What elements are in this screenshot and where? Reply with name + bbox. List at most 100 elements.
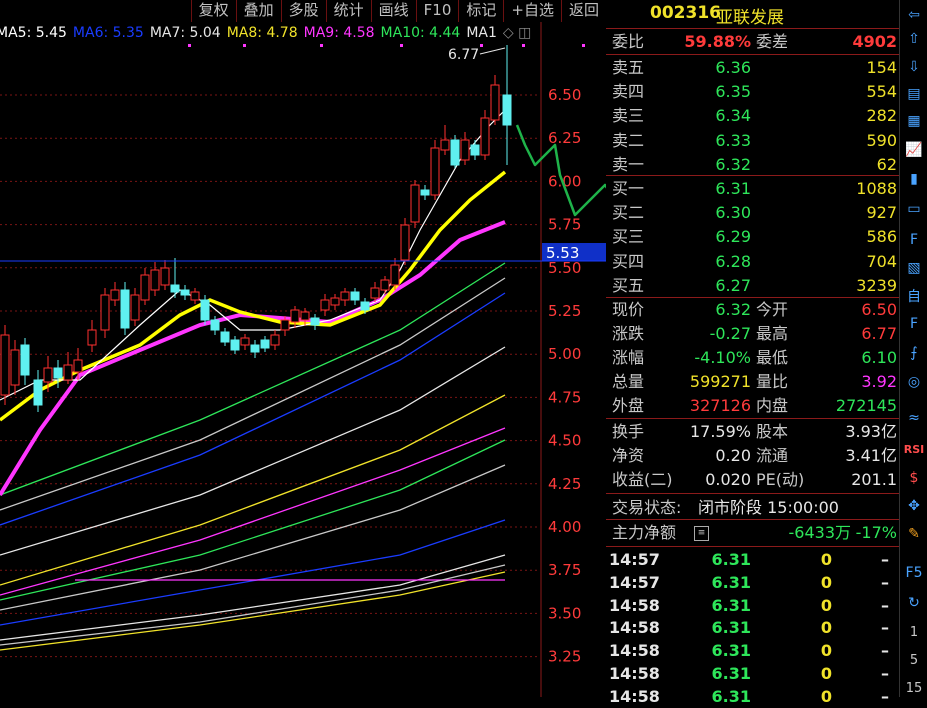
right-toolbar: ⇦ ⇧ ⇩ ▤ ▦ 📈 ▮ ▭ F ▧ 自 F ⨍ ◎ ≈ RSI $ ✥ ✎ F5 ↻ 1 5 15: [899, 0, 927, 697]
bid-row[interactable]: 买二 6.30 927: [606, 201, 899, 224]
candle-body: [100, 294, 110, 331]
kline-chart[interactable]: 6.506.256.005.755.505.255.004.754.504.25…: [0, 0, 606, 697]
quote-value: -4.10%: [694, 348, 751, 367]
arrow-down-icon[interactable]: ⇩: [902, 55, 926, 79]
stat-label: 净资: [612, 446, 645, 465]
main-fund-row[interactable]: 主力净额 ≡ -6433万 -17%: [606, 521, 899, 544]
bid-row[interactable]: 买三 6.29 586: [606, 225, 899, 248]
candle-body: [360, 301, 370, 311]
ask-row[interactable]: 卖二 6.33 590: [606, 129, 899, 152]
toolbar-btn-3[interactable]: 统计: [325, 0, 371, 22]
bid-row-volume: 927: [866, 203, 897, 223]
tick-time: 14:58: [609, 595, 660, 615]
f7-icon[interactable]: 自: [902, 284, 926, 308]
toolbar-btn-2[interactable]: 多股: [280, 0, 326, 22]
kline-chart-area[interactable]: 6.50 6.25 6.00 5.75 5.50 5.25 5.00 4.75 4.50 4.25…: [0, 0, 606, 697]
ma-tick-marker: [480, 44, 483, 47]
ma-legend-item: MA5: 5.45: [0, 25, 67, 41]
bid-row[interactable]: 买四 6.28 704: [606, 250, 899, 273]
ask-row-label: 卖二: [612, 130, 645, 150]
period-button-1[interactable]: 1: [902, 620, 926, 644]
stat-row: 净资 0.20 流通 3.41亿: [606, 444, 899, 467]
ask-row-volume: 590: [866, 130, 897, 150]
quote-value-2: 6.10: [861, 348, 897, 367]
circle-icon[interactable]: ◎: [902, 370, 926, 394]
candle-body: [210, 319, 220, 331]
refresh-icon[interactable]: ↻: [902, 591, 926, 615]
candle-body: [160, 267, 170, 286]
pencil-icon[interactable]: ✎: [902, 522, 926, 546]
ask-row-label: 卖五: [612, 58, 645, 77]
bid-row[interactable]: 买一 6.31 1088: [606, 177, 899, 200]
dollar-icon[interactable]: $: [902, 466, 926, 490]
f5-icon[interactable]: F5: [902, 561, 926, 585]
ma-line-thick: [0, 220, 506, 497]
candle-body: [87, 329, 97, 346]
period-button-5[interactable]: 5: [902, 648, 926, 672]
arrow-up-icon[interactable]: ⇧: [902, 27, 926, 51]
ask-row[interactable]: 卖五 6.36 154: [606, 56, 899, 79]
stat-row: 收益(二) 0.020 PE(动) 201.1: [606, 468, 899, 491]
toolbar-btn-6[interactable]: 标记: [458, 0, 503, 22]
stat-row: 换手 17.59% 股本 3.93亿: [606, 420, 899, 443]
board-icon[interactable]: ▭: [902, 197, 926, 221]
candle-body: [53, 367, 63, 379]
bid-row-price: 6.30: [715, 203, 751, 223]
candle-body: [390, 264, 400, 286]
candle-body: [200, 299, 210, 321]
candle-body: [230, 339, 240, 351]
volume-icon[interactable]: ≈: [902, 406, 926, 430]
list-icon[interactable]: ▤: [902, 82, 926, 106]
toolbar-btn-0[interactable]: 复权: [190, 0, 236, 22]
candle-body: [450, 139, 460, 166]
period-button-15[interactable]: 15: [902, 676, 926, 700]
move-icon[interactable]: ✥: [902, 494, 926, 518]
toolbar-btn-1[interactable]: 叠加: [235, 0, 281, 22]
y-tick-label: 3.50: [548, 604, 581, 622]
ma-settings-icon[interactable]: ◇ ◫: [503, 25, 531, 41]
quote-label: 涨跌: [612, 324, 645, 343]
ask-row[interactable]: 卖一 6.32 62: [606, 153, 899, 176]
ask-row[interactable]: 卖三 6.34 282: [606, 104, 899, 127]
grid-icon[interactable]: ▦: [902, 109, 926, 133]
toolbar-btn-7[interactable]: +自选: [503, 0, 561, 22]
ma-tick-marker: [400, 44, 403, 47]
y-tick-label: 6.25: [548, 129, 581, 147]
main-fund-list-icon[interactable]: ≡: [694, 526, 709, 541]
stat-label: 收益(二): [612, 470, 673, 489]
tick-time: 14:57: [609, 550, 660, 569]
arrow-left-icon[interactable]: ⇦: [902, 3, 926, 27]
tick-price: 6.31: [711, 618, 751, 638]
candle-body: [170, 284, 180, 293]
ma-tick-marker: [188, 44, 191, 47]
candlestick-icon[interactable]: ▮: [902, 167, 926, 191]
f10-icon[interactable]: F: [902, 228, 926, 252]
f6-icon[interactable]: ▧: [902, 256, 926, 280]
y-tick-label: 6.50: [548, 86, 581, 104]
weicha-label: 委差: [756, 32, 789, 51]
toolbar-btn-8[interactable]: 返回: [560, 0, 606, 22]
toolbar-btn-5[interactable]: F10: [415, 0, 459, 22]
candle-body: [260, 339, 270, 349]
rsi-icon[interactable]: RSI: [902, 437, 926, 461]
main-fund-label: 主力净额: [612, 523, 677, 542]
ma-tick-marker: [582, 44, 585, 47]
bid-row[interactable]: 买五 6.27 3239: [606, 274, 899, 297]
fx-icon[interactable]: ⨍: [902, 341, 926, 365]
bid-row-label: 买二: [612, 203, 645, 223]
tick-row: 14:58 6.31 0 –: [606, 662, 899, 685]
tick-price: 6.31: [711, 664, 751, 683]
ask-row[interactable]: 卖四 6.35 554: [606, 80, 899, 103]
weibi-value: 59.88%: [684, 32, 751, 51]
f12-icon[interactable]: F: [902, 312, 926, 336]
stat-label: 换手: [612, 422, 645, 441]
toolbar-btn-4[interactable]: 画线: [370, 0, 416, 22]
current-price-tag: 5.53: [546, 244, 579, 262]
weicha-value: 4902: [852, 32, 897, 51]
quote-value-2: 6.77: [861, 324, 897, 343]
ma-line: [0, 394, 506, 586]
line-chart-icon[interactable]: 📈: [902, 138, 926, 162]
tick-price: 6.31: [711, 572, 751, 592]
quote-label-2: 最低: [756, 348, 789, 367]
y-tick-label: 5.25: [548, 302, 581, 320]
